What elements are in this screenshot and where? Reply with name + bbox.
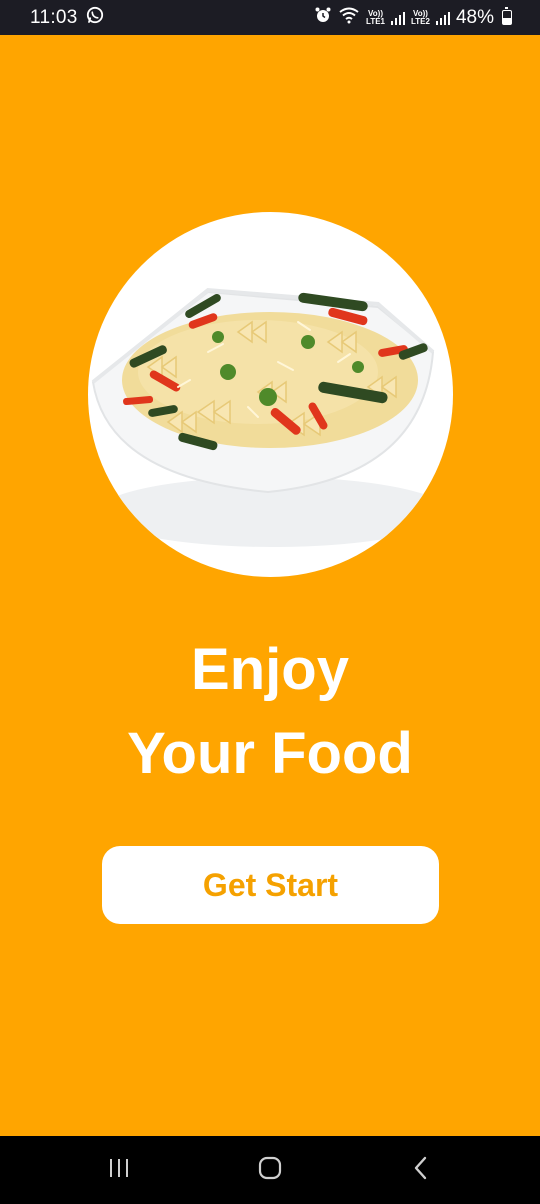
sim2-network: Vo)) LTE2 [411,9,430,26]
sim1-network: Vo)) LTE1 [366,9,385,26]
headline: Enjoy Your Food [0,628,540,796]
home-button[interactable] [225,1136,315,1204]
screen: 11:03 Vo)) LTE1 Vo)) LTE2 48% Enjoy Your… [0,0,540,1204]
status-time: 11:03 [30,6,78,28]
sim2-signal-icon [435,11,450,25]
wifi-icon [338,6,360,29]
status-right: Vo)) LTE1 Vo)) LTE2 48% [314,6,512,29]
sim1-lte-label: LTE1 [366,16,385,26]
sim1-signal-icon [391,11,405,25]
navigation-bar [0,1136,540,1204]
status-left: 11:03 [30,6,104,29]
headline-line-2: Your Food [127,721,413,786]
recents-button[interactable] [74,1136,164,1204]
back-icon [412,1156,430,1185]
food-image [88,212,453,577]
alarm-icon [314,6,332,29]
recents-icon [107,1157,131,1184]
headline-line-1: Enjoy [191,637,349,702]
status-bar: 11:03 Vo)) LTE1 Vo)) LTE2 48% [0,0,540,35]
get-start-button[interactable]: Get Start [102,846,439,924]
sim2-lte-label: LTE2 [411,16,430,26]
back-button[interactable] [376,1136,466,1204]
whatsapp-icon [86,6,104,29]
home-icon [258,1156,282,1185]
battery-icon [502,7,512,25]
pasta-bowl-illustration [91,287,448,547]
battery-percent: 48% [455,6,494,28]
